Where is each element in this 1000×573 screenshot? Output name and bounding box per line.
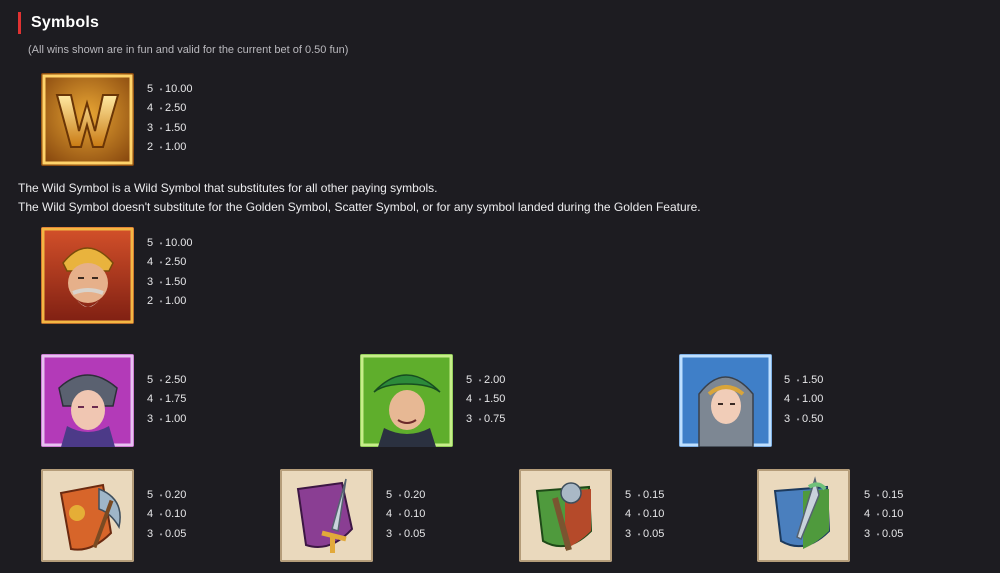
wild-description: The Wild Symbol is a Wild Symbol that su… (18, 179, 701, 217)
bearded-king-symbol-icon (41, 227, 134, 324)
wild-description-line-1: The Wild Symbol is a Wild Symbol that su… (18, 181, 438, 195)
pay-row: 3 • 0.05 (625, 527, 665, 540)
pay-row: 3 • 0.50 (784, 412, 824, 425)
pay-row: 5 • 2.00 (466, 374, 506, 386)
pay-row: 4 • 1.50 (466, 393, 506, 406)
pay-row: 4 • 0.10 (625, 508, 665, 521)
green-hat-jester-symbol-icon (360, 354, 453, 447)
pay-row: 4 • 0.10 (147, 508, 187, 521)
pay-row: 3 • 0.05 (386, 527, 426, 540)
wild-paytable: 5 • 10.00 4 • 2.50 3 • 1.50 2 • 1.00 (147, 80, 193, 157)
pay-row: 5 • 0.20 (147, 489, 187, 501)
wild-w-symbol-icon (41, 73, 134, 166)
pay-row: 3 • 1.00 (147, 412, 187, 425)
orange-shield-paytable: 5 • 0.20 4 • 0.10 3 • 0.05 (147, 486, 186, 544)
pay-row: 4 • 1.00 (784, 393, 824, 406)
section-title: Symbols (31, 14, 100, 31)
blue-shield-dagger-symbol-icon (757, 469, 850, 562)
pay-row: 4 • 0.10 (386, 508, 426, 521)
pay-row: 3 • 0.75 (466, 412, 506, 425)
pay-row: 5 • 1.50 (784, 374, 824, 386)
pay-row: 4 • 0.10 (864, 508, 904, 521)
pay-row: 3 • 0.05 (864, 527, 904, 540)
green-jester-paytable: 5 • 2.00 4 • 1.50 3 • 0.75 (466, 371, 505, 429)
purple-knight-paytable: 5 • 2.50 4 • 1.75 3 • 1.00 (147, 371, 186, 429)
pay-row: 3 • 1.50 (147, 275, 187, 288)
bet-note: (All wins shown are in fun and valid for… (28, 44, 349, 56)
purple-knight-woman-symbol-icon (41, 354, 134, 447)
pay-row: 3 • 1.50 (147, 121, 187, 134)
heading-accent-bar (18, 12, 21, 34)
chainmail-knight-paytable: 5 • 1.50 4 • 1.00 3 • 0.50 (784, 371, 823, 429)
pay-row: 5 • 2.50 (147, 374, 187, 386)
pay-row: 3 • 0.05 (147, 527, 187, 540)
pay-row: 5 • 0.15 (625, 489, 665, 501)
chainmail-knight-symbol-icon (679, 354, 772, 447)
purple-shield-sword-symbol-icon (280, 469, 373, 562)
pay-row: 5 • 10.00 (147, 83, 193, 95)
pay-row: 4 • 2.50 (147, 256, 187, 269)
pay-row: 5 • 0.15 (864, 489, 904, 501)
pay-row: 4 • 1.75 (147, 393, 187, 406)
purple-shield-paytable: 5 • 0.20 4 • 0.10 3 • 0.05 (386, 486, 425, 544)
wild-description-line-2: The Wild Symbol doesn't substitute for t… (18, 200, 701, 214)
blue-shield-paytable: 5 • 0.15 4 • 0.10 3 • 0.05 (864, 486, 903, 544)
pay-row: 4 • 2.50 (147, 102, 187, 115)
pay-row: 2 • 1.00 (147, 140, 187, 153)
pay-row: 2 • 1.00 (147, 294, 187, 307)
green-shield-mace-symbol-icon (519, 469, 612, 562)
pay-row: 5 • 10.00 (147, 237, 193, 249)
king-paytable: 5 • 10.00 4 • 2.50 3 • 1.50 2 • 1.00 (147, 234, 193, 311)
green-shield-paytable: 5 • 0.15 4 • 0.10 3 • 0.05 (625, 486, 664, 544)
orange-shield-axe-symbol-icon (41, 469, 134, 562)
section-heading: Symbols (18, 12, 99, 34)
pay-row: 5 • 0.20 (386, 489, 426, 501)
